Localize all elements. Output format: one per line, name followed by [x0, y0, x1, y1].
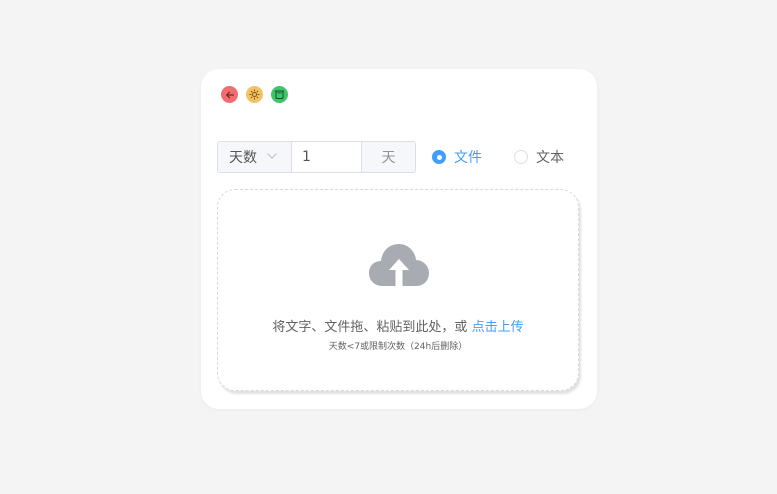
- arrow-left-icon: [225, 91, 234, 98]
- limit-type-value: 天数: [229, 150, 257, 166]
- radio-file-label: 文件: [454, 150, 482, 166]
- cloud-upload-icon: [369, 244, 429, 286]
- limit-value-input[interactable]: 1: [292, 142, 362, 172]
- share-options: 天数 1 天 文件 文本: [217, 141, 564, 173]
- chevron-down-icon: [267, 153, 277, 159]
- radio-file[interactable]: 文件: [432, 147, 482, 167]
- share-card: 天数 1 天 文件 文本 将文字、文件拖、粘贴到此处，或 点击上传 天数<7或限…: [201, 69, 597, 409]
- radio-text-label: 文本: [536, 150, 564, 166]
- upload-hint-text: 将文字、文件拖、粘贴到此处，或: [272, 320, 468, 335]
- back-button[interactable]: [221, 86, 238, 103]
- limit-type-select[interactable]: 天数: [218, 142, 292, 172]
- upload-dropzone[interactable]: 将文字、文件拖、粘贴到此处，或 点击上传 天数<7或限制次数（24h后删除）: [217, 189, 579, 391]
- click-upload-link[interactable]: 点击上传: [472, 320, 524, 335]
- radio-file-circle[interactable]: [432, 150, 446, 164]
- sun-icon: [249, 89, 260, 100]
- limit-input-group: 天数 1 天: [217, 141, 416, 173]
- window-controls: [221, 86, 288, 103]
- theme-toggle-button[interactable]: [246, 86, 263, 103]
- radio-text-circle[interactable]: [514, 150, 528, 164]
- upload-tip: 天数<7或限制次数（24h后删除）: [328, 342, 468, 352]
- clear-button[interactable]: [271, 86, 288, 103]
- upload-hint: 将文字、文件拖、粘贴到此处，或 点击上传: [218, 316, 578, 335]
- radio-text[interactable]: 文本: [514, 147, 564, 167]
- trash-icon: [275, 90, 284, 99]
- limit-unit-label: 天: [362, 142, 415, 172]
